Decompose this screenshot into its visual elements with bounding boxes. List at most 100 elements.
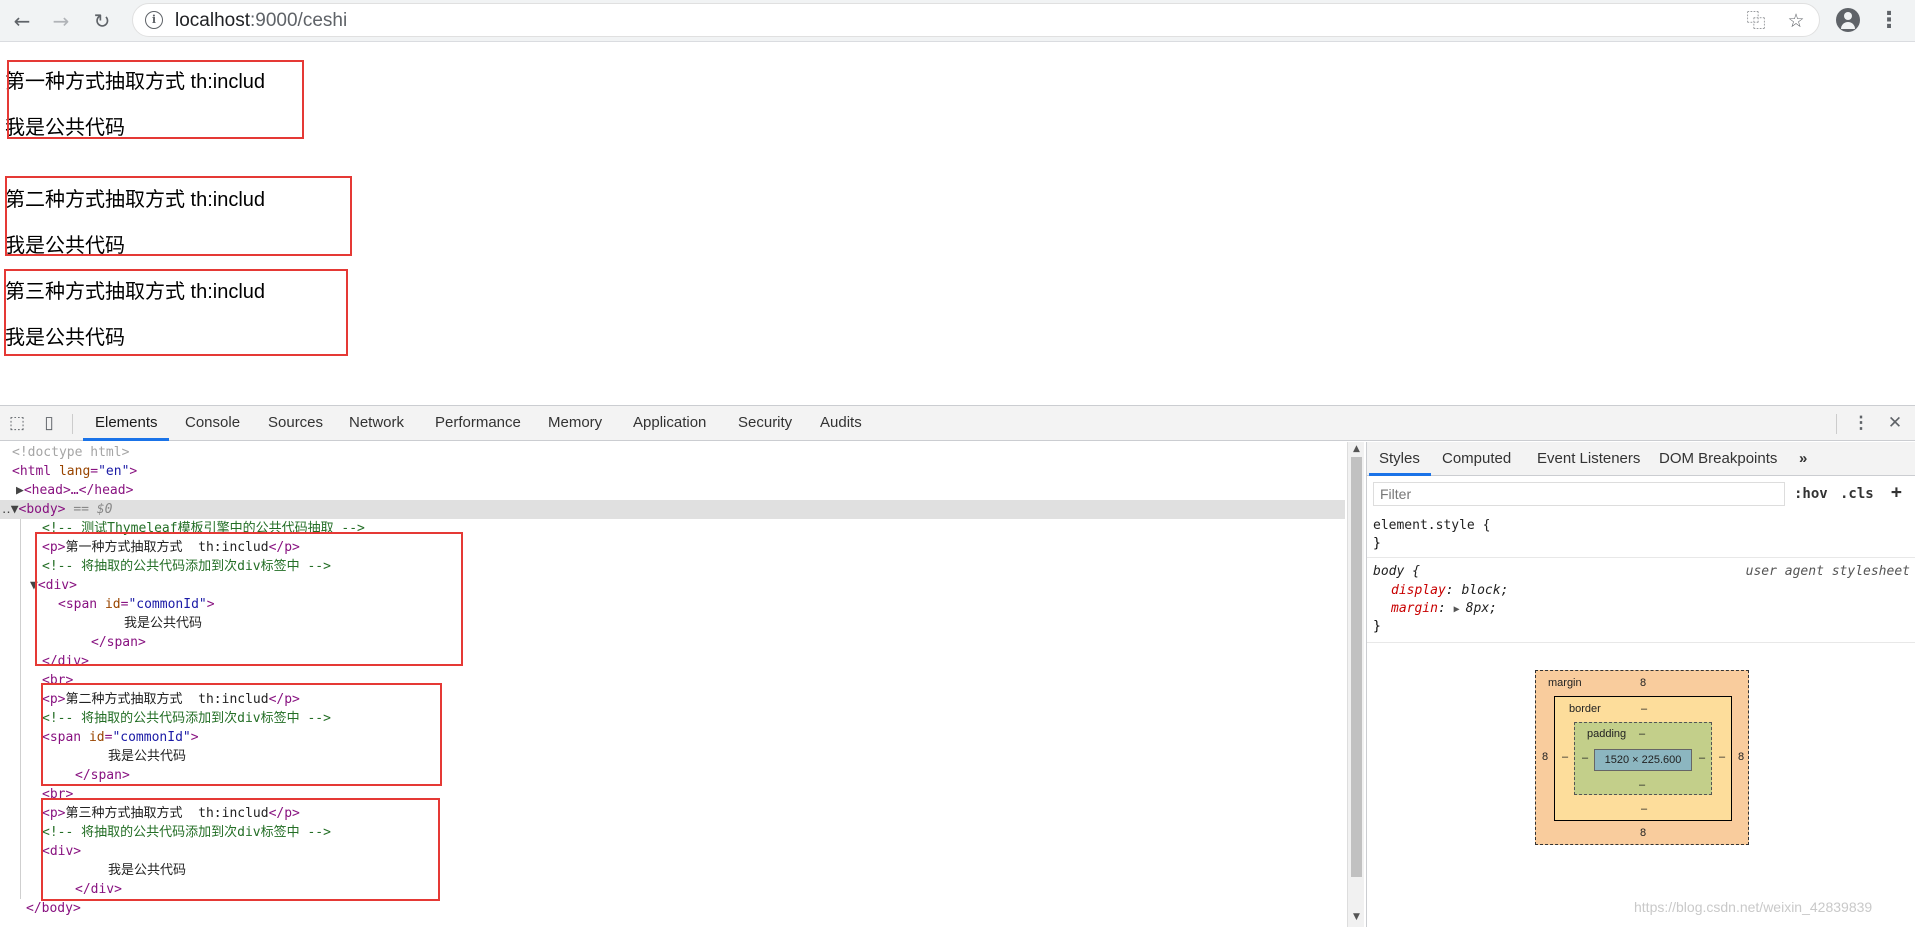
scroll-up-icon[interactable]: ▲	[1351, 444, 1362, 454]
cls-toggle[interactable]: .cls	[1840, 486, 1874, 502]
element-style-selector: element.style {	[1373, 516, 1490, 535]
padding-bottom-value[interactable]: –	[1639, 779, 1645, 791]
rule-close: }	[1373, 536, 1381, 551]
padding-label: padding	[1587, 728, 1627, 740]
border-top-value[interactable]: –	[1641, 703, 1647, 715]
tab-memory[interactable]: Memory	[548, 414, 602, 431]
tab-performance[interactable]: Performance	[435, 414, 521, 431]
info-icon[interactable]: i	[145, 11, 163, 29]
menu-icon[interactable]: ⋮	[1878, 7, 1900, 35]
expand-triangle-icon[interactable]: ▶	[1454, 604, 1466, 615]
toolbar-divider-right	[1836, 414, 1837, 434]
styles-tab-indicator	[1369, 473, 1431, 476]
toolbar-divider	[72, 414, 73, 434]
box-model-border[interactable]: border – – – – padding – – – – 1520 × 22…	[1554, 696, 1732, 821]
tag-head: <head>…</head>	[23, 483, 134, 498]
reload-icon[interactable]: ↻	[88, 7, 116, 35]
doctype-text: <!doctype html>	[12, 445, 130, 460]
padding-left-value[interactable]: –	[1582, 752, 1588, 764]
prop-name: display	[1391, 583, 1446, 598]
box-model-content[interactable]: 1520 × 225.600	[1594, 749, 1692, 771]
device-toolbar-icon[interactable]: ▯	[38, 412, 60, 434]
browser-toolbar: ← → ↻ i localhost:9000/ceshi ⿻ ☆ ⋮	[0, 0, 1915, 42]
collapse-triangle-icon[interactable]: ▼	[11, 502, 19, 517]
padding-top-value[interactable]: –	[1639, 728, 1645, 740]
prop-margin[interactable]: margin: ▶ 8px;	[1391, 599, 1497, 619]
highlight-box-3	[4, 269, 348, 356]
devtools-menu-icon[interactable]: ⋮	[1850, 412, 1872, 434]
close-icon[interactable]: ✕	[1884, 412, 1906, 434]
padding-right-value[interactable]: –	[1699, 752, 1705, 764]
styles-tabbar: Styles Computed Event Listeners DOM Brea…	[1367, 442, 1915, 476]
highlight-box-2	[5, 176, 352, 256]
dom-node-head[interactable]: ▶<head>…</head>	[0, 481, 1345, 500]
dom-node-body[interactable]: ‥▼<body> == $0	[0, 500, 1345, 519]
inspect-element-icon[interactable]: ⬚	[6, 412, 28, 434]
tab-styles[interactable]: Styles	[1379, 450, 1420, 467]
dom-highlight-box-2	[41, 683, 442, 786]
new-style-rule-icon[interactable]: +	[1891, 482, 1902, 503]
tab-console[interactable]: Console	[185, 414, 240, 431]
border-label: border	[1569, 703, 1601, 715]
translate-icon[interactable]: ⿻	[1743, 8, 1769, 34]
border-bottom-value[interactable]: –	[1641, 803, 1647, 815]
tag-body-close: </body>	[26, 901, 81, 916]
ellipsis-icon: ‥	[2, 502, 11, 517]
dom-tree[interactable]: <!doctype html> <html lang="en"> ▶<head>…	[0, 442, 1347, 927]
box-model-margin[interactable]: margin 8 8 8 8 border – – – – padding – …	[1535, 670, 1749, 845]
back-arrow-icon[interactable]: ←	[8, 7, 36, 35]
prop-display[interactable]: display: block;	[1391, 581, 1508, 600]
element-style-rule[interactable]: element.style { }	[1367, 512, 1915, 558]
tab-audits[interactable]: Audits	[820, 414, 862, 431]
devtools-tabbar: ⬚ ▯ Elements Console Sources Network Per…	[0, 406, 1915, 441]
star-icon[interactable]: ☆	[1783, 8, 1809, 34]
border-right-value[interactable]: –	[1719, 751, 1725, 763]
selector-text: body {	[1373, 564, 1420, 579]
dom-highlight-box-1	[35, 532, 463, 666]
scroll-thumb[interactable]	[1351, 457, 1362, 877]
tab-computed[interactable]: Computed	[1442, 450, 1511, 467]
tag-html: <html	[12, 464, 52, 479]
page-viewport: 第一种方式抽取方式 th:includ 我是公共代码 第二种方式抽取方式 th:…	[0, 43, 1915, 403]
forward-arrow-icon[interactable]: →	[47, 7, 75, 35]
box-model-padding[interactable]: padding – – – – 1520 × 225.600	[1574, 722, 1712, 795]
attr-lang: lang	[58, 464, 91, 479]
account-icon[interactable]	[1836, 8, 1860, 32]
prop-name: margin	[1391, 601, 1438, 616]
margin-bottom-value[interactable]: 8	[1640, 827, 1646, 839]
tab-dom-breakpoints[interactable]: DOM Breakpoints	[1659, 450, 1777, 467]
tab-application[interactable]: Application	[633, 414, 706, 431]
tab-security[interactable]: Security	[738, 414, 792, 431]
dom-node-doctype[interactable]: <!doctype html>	[0, 443, 1345, 462]
body-ua-rule[interactable]: body { user agent stylesheet display: bl…	[1367, 559, 1915, 643]
dom-node-html[interactable]: <html lang="en">	[0, 462, 1345, 481]
body-selector: body {	[1373, 562, 1420, 581]
selected-marker: == $0	[73, 502, 113, 517]
dom-node-body-close[interactable]: </body>	[0, 899, 1345, 918]
watermark-text: https://blog.csdn.net/weixin_42839839	[1634, 899, 1873, 915]
margin-top-value[interactable]: 8	[1640, 677, 1646, 689]
selector-text: element.style {	[1373, 518, 1491, 533]
url-host: localhost	[175, 10, 250, 31]
more-tabs-icon[interactable]: »	[1799, 450, 1807, 467]
hov-toggle[interactable]: :hov	[1794, 486, 1828, 502]
expand-triangle-icon[interactable]: ▶	[16, 483, 24, 498]
tab-sources[interactable]: Sources	[268, 414, 323, 431]
tab-network[interactable]: Network	[349, 414, 404, 431]
dom-tree-scrollbar[interactable]: ▲ ▼	[1347, 442, 1364, 927]
margin-right-value[interactable]: 8	[1738, 751, 1744, 763]
url-path: :9000/ceshi	[250, 10, 348, 31]
active-tab-indicator	[83, 438, 169, 441]
indent-guide	[20, 519, 21, 899]
styles-filter-field[interactable]	[1373, 482, 1785, 506]
scroll-down-icon[interactable]: ▼	[1351, 912, 1362, 922]
tab-event-listeners[interactable]: Event Listeners	[1537, 450, 1640, 467]
url-text[interactable]: localhost:9000/ceshi	[175, 10, 347, 32]
tab-elements[interactable]: Elements	[95, 414, 158, 431]
border-left-value[interactable]: –	[1562, 751, 1568, 763]
styles-filter-input[interactable]	[1374, 483, 1784, 505]
margin-left-value[interactable]: 8	[1542, 751, 1548, 763]
address-bar[interactable]: i localhost:9000/ceshi ⿻ ☆	[132, 3, 1820, 37]
devtools-panel: ⬚ ▯ Elements Console Sources Network Per…	[0, 405, 1915, 927]
margin-label: margin	[1548, 677, 1582, 689]
